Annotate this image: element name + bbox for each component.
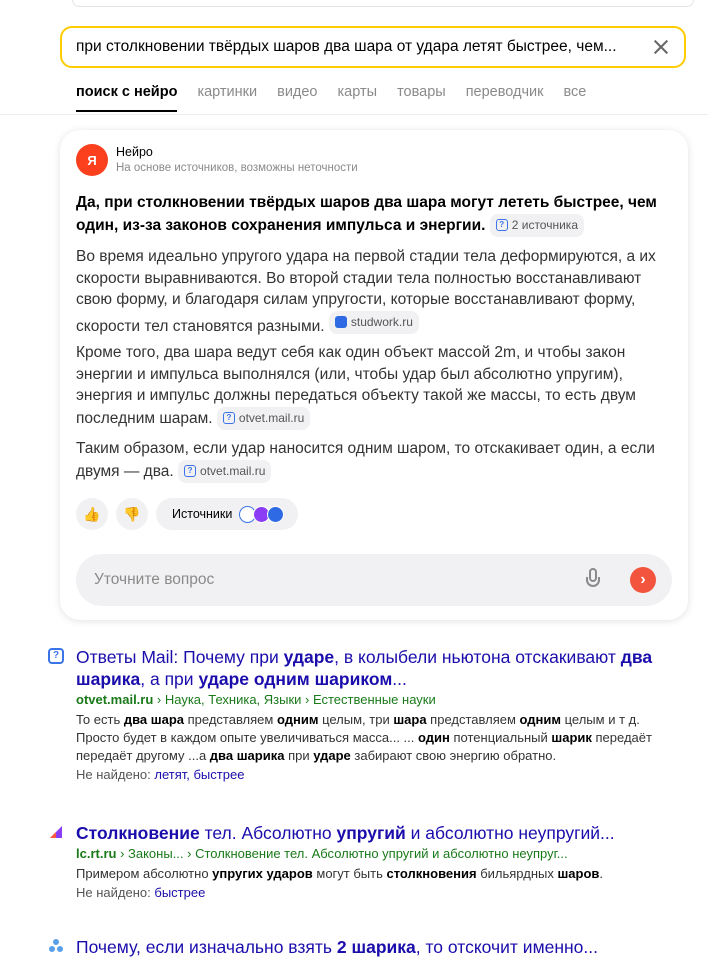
search-tabs: поиск с нейро картинки видео карты товар…: [76, 84, 606, 112]
followup-input[interactable]: [92, 570, 586, 590]
studwork-icon: [334, 316, 347, 329]
source-chip-studwork[interactable]: studwork.ru: [328, 310, 419, 334]
tab-all[interactable]: все: [564, 84, 587, 112]
neuro-name: Нейро: [116, 145, 153, 159]
result-title-link[interactable]: Почему, если изначально взять 2 шарика, …: [76, 936, 676, 958]
like-button[interactable]: 👍: [76, 498, 108, 530]
rt-favicon-icon: [48, 824, 64, 840]
answer-paragraph-3: Таким образом, если удар наносится одним…: [76, 438, 672, 483]
send-button[interactable]: ›: [630, 567, 656, 593]
result-not-found: Не найдено: летят, быстрее: [76, 767, 245, 782]
search-result-1: Ответы Mail: Почему при ударе, в колыбел…: [76, 646, 676, 782]
clear-icon[interactable]: [652, 38, 670, 56]
tabs-divider: [0, 114, 708, 115]
tab-translator[interactable]: переводчик: [466, 84, 544, 112]
tab-video[interactable]: видео: [277, 84, 317, 112]
mail-answers-favicon-icon: ?: [48, 648, 64, 664]
chevron-right-icon: ›: [640, 571, 646, 588]
molecule-favicon-icon: [48, 938, 64, 954]
neuro-subtitle: На основе источников, возможны неточност…: [116, 162, 358, 174]
question-icon: ?: [184, 465, 197, 478]
source-icons: [239, 505, 285, 523]
result-title-link[interactable]: Ответы Mail: Почему при ударе, в колыбел…: [76, 646, 676, 690]
thumbs-down-icon: 👎: [123, 505, 141, 522]
result-url[interactable]: otvet.mail.ru › Наука, Техника, Языки › …: [76, 692, 676, 707]
thumbs-up-icon: 👍: [83, 505, 101, 522]
result-not-found: Не найдено: быстрее: [76, 885, 206, 900]
sources-button[interactable]: Источники: [156, 498, 298, 530]
question-icon: ?: [495, 219, 508, 232]
result-snippet: Примером абсолютно упругих ударов могут …: [76, 866, 604, 881]
microphone-icon[interactable]: [586, 568, 600, 592]
tab-products[interactable]: товары: [397, 84, 446, 112]
source-chip-otvet-2[interactable]: ? otvet.mail.ru: [178, 459, 272, 483]
neuro-logo-icon: Я: [76, 144, 108, 176]
result-title-link[interactable]: Столкновение тел. Абсолютно упругий и аб…: [76, 822, 676, 844]
followup-box[interactable]: ›: [76, 554, 672, 606]
tab-images[interactable]: картинки: [197, 84, 257, 112]
dislike-button[interactable]: 👎: [116, 498, 148, 530]
source-chip-otvet-1[interactable]: ? otvet.mail.ru: [216, 406, 311, 430]
question-icon: ?: [222, 412, 235, 425]
tab-neuro[interactable]: поиск с нейро: [76, 84, 178, 112]
studwork-icon: [267, 505, 285, 523]
search-input[interactable]: при столкновении твёрдых шаров два шара …: [76, 38, 642, 56]
result-snippet: То есть два шара представляем одним целы…: [76, 712, 652, 763]
search-result-2: Столкновение тел. Абсолютно упругий и аб…: [76, 822, 676, 900]
search-box[interactable]: при столкновении твёрдых шаров два шара …: [60, 26, 686, 68]
sources-count-chip[interactable]: ? 2 источника: [489, 213, 584, 237]
answer-summary: Да, при столкновении твёрдых шаров два ш…: [76, 192, 672, 237]
answer-paragraph-1: Во время идеально упругого удара на перв…: [76, 248, 656, 335]
browser-strip: [72, 0, 694, 7]
neuro-answer-card: Я Нейро На основе источников, возможны н…: [60, 130, 688, 620]
answer-paragraph-2: Кроме того, два шара ведут себя как один…: [76, 342, 672, 430]
search-result-3: Почему, если изначально взять 2 шарика, …: [76, 936, 676, 958]
tab-maps[interactable]: карты: [338, 84, 378, 112]
result-url[interactable]: lc.rt.ru › Законы... › Столкновение тел.…: [76, 846, 676, 861]
